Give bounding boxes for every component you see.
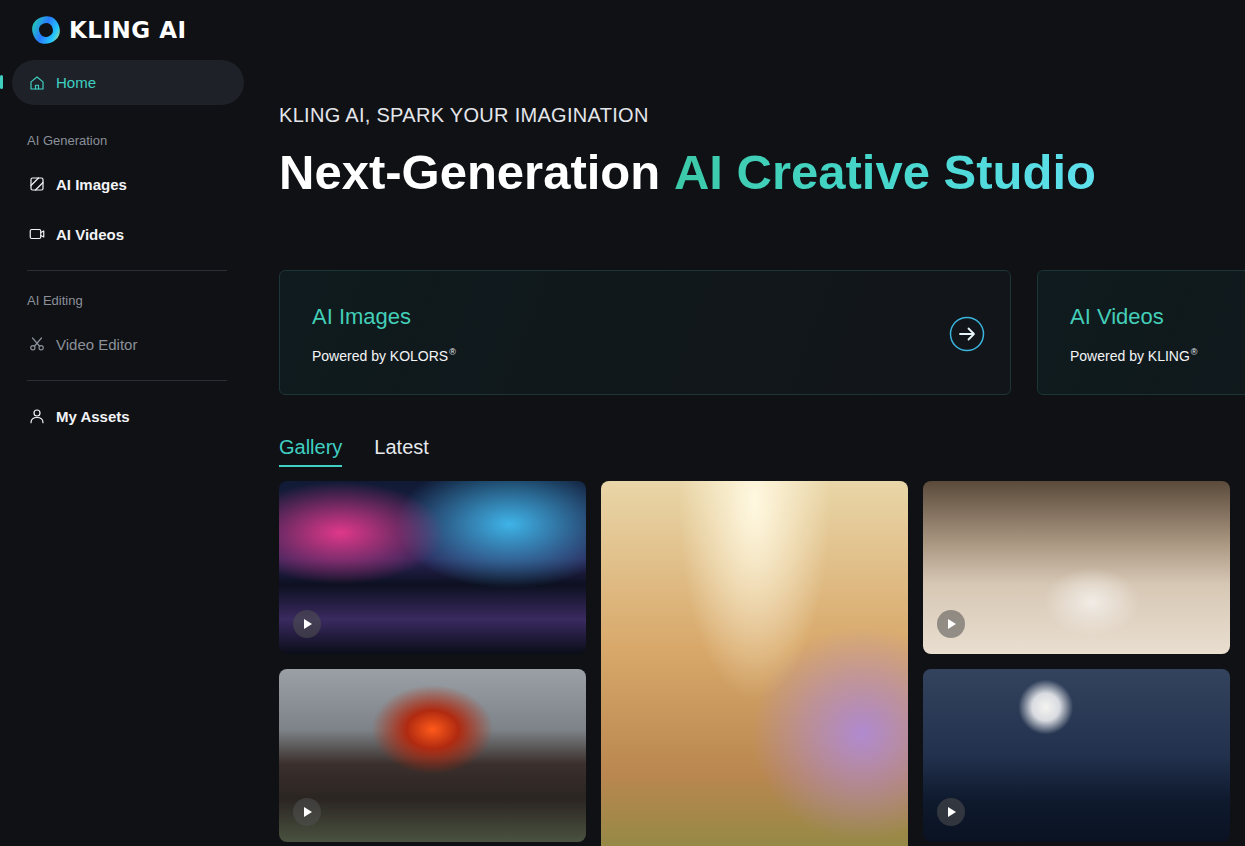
- gallery-column: [923, 481, 1230, 846]
- card-title: AI Videos: [1070, 303, 1197, 331]
- sidebar-item[interactable]: Home: [12, 60, 244, 105]
- gallery-tile[interactable]: [601, 481, 908, 846]
- gallery-tabs: Gallery Latest: [279, 435, 1245, 467]
- sidebar-item: Video Editor: [12, 319, 244, 369]
- hero-title-accent: AI Creative Studio: [674, 145, 1096, 199]
- card-subtitle-text: Powered by KOLORS: [312, 347, 448, 363]
- sidebar-group: Home: [12, 60, 244, 105]
- play-icon[interactable]: [937, 798, 965, 826]
- image-icon: [28, 175, 46, 193]
- card-title: AI Images: [312, 303, 456, 331]
- user-icon: [28, 407, 46, 425]
- hero-title: Next-Generation AI Creative Studio: [279, 144, 1245, 200]
- play-icon[interactable]: [293, 610, 321, 638]
- sidebar-group: AI Generation AI Images AI Videos: [12, 105, 244, 259]
- gallery-tile[interactable]: [279, 481, 586, 654]
- card-text: AI Images Powered by KOLORS®: [312, 303, 456, 365]
- scissors-icon: [28, 335, 46, 353]
- sidebar-heading: AI Editing: [27, 271, 227, 319]
- trademark: ®: [449, 347, 456, 357]
- sidebar-item[interactable]: My Assets: [12, 391, 244, 441]
- sidebar-item[interactable]: AI Images: [12, 159, 244, 209]
- play-icon[interactable]: [293, 798, 321, 826]
- play-icon[interactable]: [937, 610, 965, 638]
- sidebar-label: Video Editor: [56, 336, 137, 353]
- gallery-tile[interactable]: [923, 481, 1230, 654]
- card-subtitle: Powered by KOLORS®: [312, 343, 456, 365]
- trademark: ®: [1191, 347, 1198, 357]
- sidebar-item[interactable]: AI Videos: [12, 209, 244, 259]
- sidebar-group: AI Editing Video Editor: [27, 270, 227, 369]
- brand-logo[interactable]: KLING AI: [12, 0, 244, 60]
- gallery-tab[interactable]: Latest: [374, 435, 428, 467]
- kling-logo-icon: [29, 13, 63, 47]
- active-indicator: [0, 75, 3, 89]
- feature-card[interactable]: AI Images Powered by KOLORS®: [279, 270, 1011, 395]
- card-text: AI Videos Powered by KLING®: [1070, 303, 1197, 365]
- gallery-tile[interactable]: [279, 669, 586, 842]
- sidebar-label: Home: [56, 74, 96, 91]
- brand-name: KLING AI: [69, 17, 187, 43]
- gallery-column: [601, 481, 908, 846]
- sidebar-label: My Assets: [56, 408, 130, 425]
- main-content: KLING AI, SPARK YOUR IMAGINATION Next-Gen…: [256, 0, 1245, 846]
- sidebar-label: AI Videos: [56, 226, 124, 243]
- sidebar-label: AI Images: [56, 176, 127, 193]
- arrow-right-icon[interactable]: [949, 316, 985, 352]
- home-icon: [28, 74, 46, 92]
- gallery-tab[interactable]: Gallery: [279, 435, 342, 467]
- sidebar: KLING AI Home AI Generation AI Images AI Vid…: [0, 0, 256, 846]
- hero-title-main: Next-Generation: [279, 145, 660, 199]
- hero-eyebrow: KLING AI, SPARK YOUR IMAGINATION: [279, 103, 1245, 127]
- gallery-column: [279, 481, 586, 846]
- card-subtitle: Powered by KLING®: [1070, 343, 1197, 365]
- gallery-grid: [279, 481, 1245, 846]
- video-icon: [28, 225, 46, 243]
- feature-cards: AI ImagesPowered by KOLORS®AI VideosPowe…: [279, 270, 1245, 395]
- card-subtitle-text: Powered by KLING: [1070, 347, 1190, 363]
- feature-card[interactable]: AI Videos Powered by KLING®: [1037, 270, 1245, 395]
- sidebar-group: My Assets: [27, 380, 227, 441]
- gallery-tile[interactable]: [923, 669, 1230, 842]
- sidebar-heading: AI Generation: [12, 105, 244, 159]
